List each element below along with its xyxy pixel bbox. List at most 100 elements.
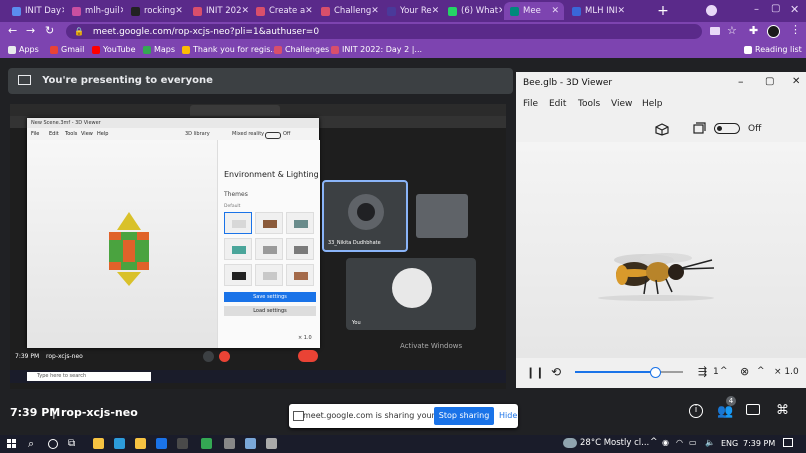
tab-close-icon[interactable]: ✕ (61, 6, 64, 16)
extensions-icon[interactable]: ✚ (749, 24, 758, 37)
3d-library-icon[interactable] (655, 123, 669, 136)
volume-icon[interactable]: 🔈 (705, 438, 715, 447)
browser-tab[interactable]: Mee ✕ (504, 2, 564, 20)
browser-tab[interactable]: mlh-guil✕ (66, 2, 123, 20)
search-icon[interactable]: ⌕ (28, 437, 34, 451)
cortana-icon[interactable] (48, 439, 58, 449)
browser-tab[interactable]: Challeng ✕ (315, 2, 379, 20)
loop-icon[interactable]: ⟲ (551, 365, 561, 379)
bookmark-item[interactable]: Gmail (50, 41, 84, 58)
viewer-menu-item[interactable]: Tools (578, 99, 600, 109)
browser-tab[interactable]: INIT 202 ✕ (187, 2, 248, 20)
browser-tab[interactable]: Your Re ✕ (381, 2, 440, 20)
battery-icon[interactable]: ▭ (689, 438, 697, 447)
3d-viewer-icon[interactable] (224, 438, 235, 449)
viewer-close-icon[interactable]: ✕ (792, 76, 800, 87)
maximize-icon[interactable]: ▢ (771, 3, 780, 14)
minimize-icon[interactable]: – (754, 4, 759, 15)
viewer-menu-item[interactable]: Edit (549, 99, 566, 109)
close-window-icon[interactable]: ✕ (790, 3, 799, 16)
viewer-maximize-icon[interactable]: ▢ (765, 76, 774, 87)
address-bar[interactable]: 🔒 meet.google.com/rop-xcjs-neo?pli=1&aut… (66, 24, 702, 39)
chat-icon[interactable] (746, 404, 760, 415)
browser-tab[interactable]: Create a ✕ (250, 2, 313, 20)
edge-icon[interactable] (114, 438, 125, 449)
network-icon[interactable]: ◉ (662, 438, 669, 447)
tab-close-icon[interactable]: ✕ (551, 6, 559, 16)
mail-icon[interactable] (156, 438, 167, 449)
wifi-icon[interactable]: ◠ (676, 438, 683, 447)
bookmark-item[interactable]: Challenges (274, 41, 329, 58)
meeting-details-icon[interactable]: i (689, 404, 703, 418)
notifications-icon[interactable] (783, 438, 793, 447)
explorer-icon[interactable] (93, 438, 104, 449)
timeline-handle[interactable] (649, 367, 661, 378)
theme-swatch (255, 238, 283, 260)
tab-close-icon[interactable]: ✕ (498, 6, 502, 16)
tab-close-icon[interactable]: ✕ (432, 6, 440, 16)
browser-tab[interactable]: INIT Day✕ (6, 2, 64, 20)
chrome-icon[interactable] (201, 438, 212, 449)
tray-chevron-icon[interactable]: ^ (650, 437, 658, 447)
viewer-menu-item[interactable]: View (611, 99, 632, 109)
viewer-menu-item[interactable]: Help (642, 99, 663, 109)
tab-search-icon[interactable] (706, 5, 717, 16)
tab-close-icon[interactable]: ✕ (120, 6, 123, 16)
3d-scene-canvas[interactable] (516, 142, 806, 358)
bookmark-item[interactable]: Thank you for regis... (182, 41, 278, 58)
store-icon[interactable] (177, 438, 188, 449)
mixed-reality-icon[interactable] (692, 122, 706, 136)
forward-icon[interactable]: → (26, 24, 35, 37)
tab-close-icon[interactable]: ✕ (242, 6, 249, 16)
tab-close-icon[interactable]: ✕ (305, 6, 313, 16)
mixed-reality-toggle[interactable] (714, 123, 740, 134)
taskbar-clock[interactable]: 7:39 PM (743, 439, 775, 448)
inner-participant-tile: 33_Nikita Dudhbhate (322, 180, 408, 252)
more-menu-icon[interactable]: ⋮ (790, 23, 801, 36)
bookmark-item[interactable]: Maps (143, 41, 175, 58)
tab-close-icon[interactable]: ✕ (618, 6, 626, 16)
inner-meeting-code: rop-xcjs-neo (46, 353, 83, 360)
windows-start-icon[interactable] (7, 439, 17, 449)
activities-icon[interactable]: ⌘ (776, 403, 789, 418)
browser-tab[interactable]: MLH INI ✕ (566, 2, 629, 20)
language-indicator[interactable]: ENG (721, 439, 738, 448)
pause-icon[interactable]: ❙❙ (526, 366, 544, 379)
stop-sharing-button[interactable]: Stop sharing (434, 407, 494, 425)
animation-icon[interactable]: ⇶ (698, 365, 707, 378)
hide-button[interactable]: Hide (499, 411, 517, 420)
lighting-up-icon[interactable]: ^ (757, 366, 765, 376)
browser-tab[interactable]: rocking ✕ (125, 2, 185, 20)
bookmark-star-icon[interactable]: ☆ (727, 24, 737, 37)
inner-search-box: Type here to search (27, 372, 151, 381)
tab-close-icon[interactable]: ✕ (175, 6, 183, 16)
profile-avatar[interactable] (767, 25, 780, 38)
reload-icon[interactable]: ↻ (45, 24, 54, 37)
bookmarks-container: Apps Gmail YouTube Maps Thank you for regis.… (0, 41, 806, 58)
files-icon[interactable] (135, 438, 146, 449)
counter-up-icon[interactable]: ^ (720, 366, 728, 376)
lighting-icon[interactable]: ⊗ (740, 365, 749, 378)
people-icon[interactable]: 👥 (717, 404, 733, 419)
task-view-icon[interactable]: ⧉ (68, 438, 75, 449)
tab-favicon-icon (448, 6, 457, 16)
notepad-icon[interactable] (245, 438, 256, 449)
new-tab-button[interactable]: + (653, 2, 673, 20)
back-icon[interactable]: ← (8, 24, 17, 37)
viewer-minimize-icon[interactable]: – (738, 75, 744, 88)
tab-close-icon[interactable]: ✕ (371, 6, 379, 16)
inner-3d-viewer: New Scene.3mf - 3D Viewer File Edit Tools V… (27, 118, 320, 348)
viewer-menu-item[interactable]: File (523, 99, 538, 109)
settings-icon[interactable] (266, 438, 277, 449)
reading-list[interactable]: Reading list (744, 41, 802, 58)
bookmark-item[interactable]: INIT 2022: Day 2 |... (331, 41, 422, 58)
bookmark-item[interactable]: YouTube (92, 41, 136, 58)
browser-tab[interactable]: (6) What ✕ (442, 2, 502, 20)
tab-label: (6) What (461, 6, 499, 16)
shared-screen-preview: New Scene.3mf - 3D Viewer File Edit Tools V… (10, 104, 506, 389)
timeline-track[interactable] (575, 371, 683, 373)
tab-favicon-icon (572, 6, 581, 16)
inner-end-call-icon (298, 350, 318, 362)
cast-icon[interactable] (710, 27, 720, 35)
bookmark-item[interactable]: Apps (8, 41, 39, 58)
